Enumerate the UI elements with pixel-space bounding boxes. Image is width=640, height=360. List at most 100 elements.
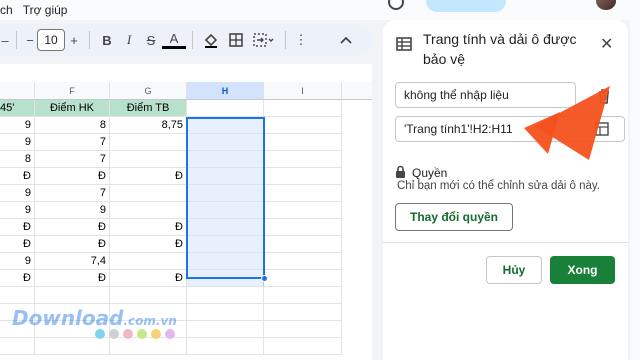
table-cell[interactable]: Đ <box>35 236 110 253</box>
table-cell[interactable] <box>35 287 110 304</box>
selected-cell[interactable] <box>187 236 264 253</box>
table-cell[interactable]: 7,4 <box>35 253 110 270</box>
font-size-input[interactable]: 10 <box>37 29 65 51</box>
table-cell[interactable] <box>187 321 264 338</box>
delete-icon[interactable] <box>597 88 611 107</box>
done-button[interactable]: Xong <box>550 256 615 284</box>
selected-cell[interactable] <box>187 270 264 287</box>
history-icon[interactable] <box>388 0 404 10</box>
table-cell[interactable] <box>264 100 342 117</box>
selected-cell[interactable] <box>187 185 264 202</box>
table-cell[interactable] <box>0 338 35 355</box>
table-cell[interactable]: 8 <box>0 151 35 168</box>
selected-cell[interactable] <box>187 253 264 270</box>
table-cell[interactable] <box>110 338 187 355</box>
table-cell[interactable]: Đ <box>0 270 35 287</box>
table-cell[interactable]: 9 <box>0 117 35 134</box>
table-cell[interactable] <box>110 185 187 202</box>
table-cell[interactable] <box>0 287 35 304</box>
menu-item-partial[interactable]: ch <box>0 0 18 20</box>
selected-cell[interactable] <box>187 117 264 134</box>
selected-cell[interactable] <box>187 151 264 168</box>
table-cell[interactable]: 9 <box>0 202 35 219</box>
column-header-i[interactable]: I <box>264 82 342 100</box>
column-header-f[interactable]: F <box>35 82 110 100</box>
table-cell[interactable]: 9 <box>0 253 35 270</box>
collapse-icon[interactable] <box>326 28 366 52</box>
table-cell[interactable] <box>264 185 342 202</box>
strikethrough-icon[interactable]: S <box>140 28 162 52</box>
cancel-button[interactable]: Hủy <box>486 256 542 284</box>
close-icon[interactable]: ✕ <box>600 37 613 53</box>
grid-select-icon[interactable] <box>595 122 609 139</box>
increase-font-size-button[interactable]: + <box>65 28 83 52</box>
table-cell[interactable]: Đ <box>0 219 35 236</box>
range-input[interactable]: 'Trang tính1'!H2:H11 <box>395 116 625 142</box>
selection-fill-handle[interactable] <box>261 275 268 282</box>
text-color-icon[interactable]: A <box>162 31 186 49</box>
table-cell[interactable] <box>35 338 110 355</box>
table-cell[interactable]: 9 <box>0 185 35 202</box>
selected-cell[interactable] <box>187 134 264 151</box>
table-cell[interactable] <box>110 202 187 219</box>
decrease-font-size-button[interactable]: − <box>23 28 37 52</box>
table-cell[interactable] <box>110 151 187 168</box>
header-cell-diem-tb[interactable]: Điểm TB <box>110 100 187 117</box>
table-cell[interactable]: 9 <box>0 134 35 151</box>
table-cell[interactable]: Đ <box>35 219 110 236</box>
table-cell[interactable]: 7 <box>35 151 110 168</box>
table-cell[interactable] <box>110 287 187 304</box>
table-cell[interactable] <box>264 202 342 219</box>
table-cell[interactable] <box>187 100 264 117</box>
column-header-h[interactable]: H <box>187 82 264 100</box>
share-button[interactable] <box>426 0 506 12</box>
table-cell[interactable]: Đ <box>35 168 110 185</box>
table-cell[interactable]: Đ <box>110 219 187 236</box>
italic-icon[interactable]: I <box>118 28 140 52</box>
selected-cell[interactable] <box>187 168 264 185</box>
fill-color-icon[interactable] <box>199 28 223 52</box>
selected-cell[interactable] <box>187 219 264 236</box>
table-cell[interactable]: Đ <box>35 270 110 287</box>
header-cell-diem-hk[interactable]: Điểm HK <box>35 100 110 117</box>
table-cell[interactable] <box>264 270 342 287</box>
table-cell[interactable]: Đ <box>110 168 187 185</box>
column-header-g[interactable]: G <box>110 82 187 100</box>
table-cell[interactable] <box>187 287 264 304</box>
table-cell[interactable] <box>110 134 187 151</box>
borders-icon[interactable] <box>223 28 249 52</box>
description-input[interactable]: không thể nhập liệu <box>395 82 576 108</box>
table-cell[interactable]: Đ <box>0 236 35 253</box>
decrease-font-icon[interactable]: – <box>0 28 10 52</box>
table-cell[interactable]: 9 <box>35 202 110 219</box>
column-header-next[interactable] <box>342 82 372 100</box>
table-cell[interactable] <box>264 219 342 236</box>
table-cell[interactable] <box>264 338 342 355</box>
table-cell[interactable]: 8 <box>35 117 110 134</box>
table-cell[interactable]: 7 <box>35 185 110 202</box>
more-options-icon[interactable]: ⋮ <box>292 28 310 52</box>
table-cell[interactable] <box>264 134 342 151</box>
table-cell[interactable] <box>264 117 342 134</box>
table-cell[interactable] <box>264 151 342 168</box>
table-cell[interactable] <box>264 168 342 185</box>
table-cell[interactable] <box>187 304 264 321</box>
table-cell[interactable] <box>264 236 342 253</box>
menu-item-help[interactable]: Trợ giúp <box>18 0 73 20</box>
table-cell[interactable] <box>187 338 264 355</box>
table-cell[interactable]: Đ <box>110 270 187 287</box>
table-cell[interactable] <box>264 253 342 270</box>
table-cell[interactable] <box>110 253 187 270</box>
table-cell[interactable]: 8,75 <box>110 117 187 134</box>
table-cell[interactable]: Đ <box>110 236 187 253</box>
header-cell-partial[interactable]: 45' <box>0 100 35 117</box>
bold-icon[interactable]: B <box>96 28 118 52</box>
avatar[interactable] <box>596 0 616 10</box>
column-header-partial[interactable] <box>0 82 35 100</box>
table-cell[interactable] <box>264 304 342 321</box>
selected-cell[interactable] <box>187 202 264 219</box>
table-cell[interactable] <box>264 287 342 304</box>
table-cell[interactable]: Đ <box>0 168 35 185</box>
table-cell[interactable]: 7 <box>35 134 110 151</box>
change-permissions-button[interactable]: Thay đổi quyền <box>395 203 513 231</box>
